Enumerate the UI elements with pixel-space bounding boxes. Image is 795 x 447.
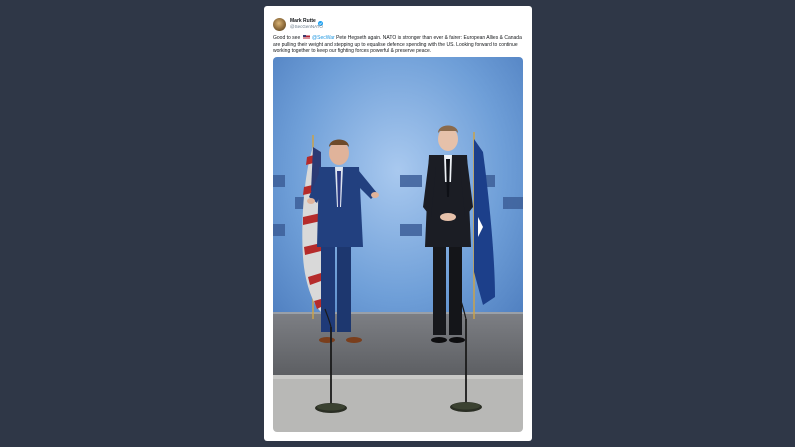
tweet-photo[interactable] (273, 57, 523, 432)
avatar[interactable] (273, 17, 286, 31)
tweet-header: Mark Rutte @SecGenNATO (273, 15, 323, 33)
tweet-text: Good to see @SecWar Pete Hegseth again. … (273, 35, 525, 55)
us-flag-emoji-icon (302, 35, 310, 39)
tweet-text-body: Pete Hegseth again. NATO is stronger tha… (273, 35, 522, 55)
verified-badge-icon (317, 19, 323, 26)
tweet-text-intro: Good to see (273, 35, 301, 41)
mention-link[interactable]: @SecWar (312, 35, 335, 41)
tweet-card[interactable]: Mark Rutte @SecGenNATO Good to see @SecW… (264, 6, 532, 441)
author-names: Mark Rutte @SecGenNATO (290, 18, 323, 30)
author-handle[interactable]: @SecGenNATO (290, 24, 323, 30)
